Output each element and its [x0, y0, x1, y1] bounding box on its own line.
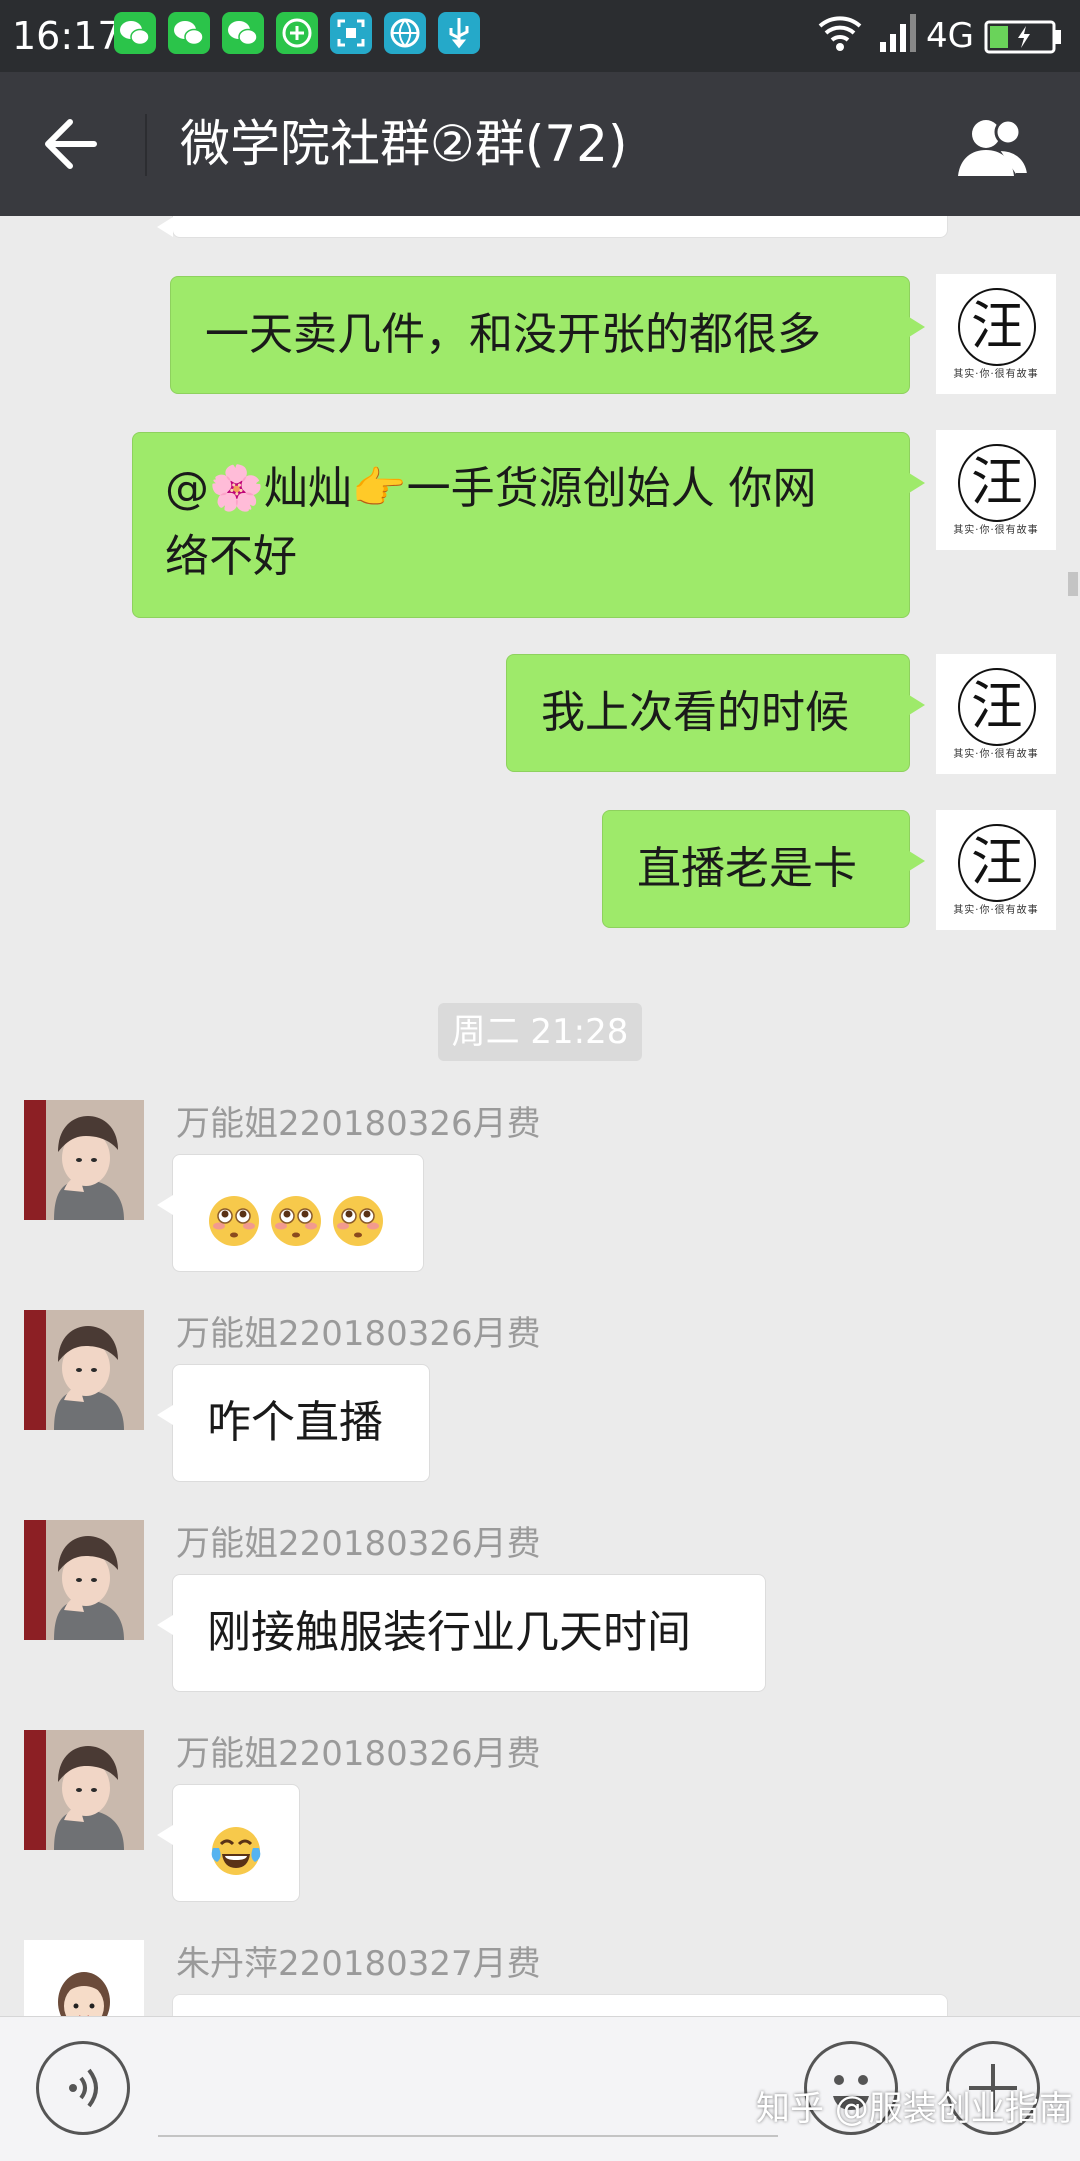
avatar[interactable] [24, 1100, 144, 1220]
message-text-line: 络不好 [165, 531, 297, 582]
message-bubble[interactable]: @🌸灿灿👉一手货源创始人 你网 络不好 [132, 432, 925, 618]
avatar[interactable] [24, 1310, 144, 1430]
voice-icon [69, 2068, 98, 2108]
message-text: 我上次看的时候 [541, 687, 849, 738]
status-bar: 16:17 4G [0, 0, 1080, 72]
cartoon-girl-image [24, 1940, 144, 2016]
portrait-image [24, 1520, 144, 1640]
message-bubble[interactable] [157, 1784, 300, 1902]
avatar-glyph: 汪 [958, 444, 1036, 522]
arrow-left-icon [45, 119, 97, 169]
sender-name: 万能姐220180326月费 [176, 1524, 541, 1564]
back-button[interactable] [30, 106, 114, 182]
avatar[interactable] [24, 1520, 144, 1640]
avatar-glyph: 汪 [958, 668, 1036, 746]
wifi-icon [818, 16, 862, 51]
message-bubble[interactable]: 刚接触服装行业几天时间 [157, 1574, 766, 1692]
message-bubble[interactable] [172, 1994, 948, 2016]
wechat-icon [222, 12, 264, 54]
flushed-face-emoji-icon [271, 1196, 321, 1246]
sender-name: 朱丹萍220180327月费 [176, 1944, 541, 1984]
message-text: 直播老是卡 [637, 843, 857, 894]
chat-header: 微学院社群②群(72) [0, 72, 1080, 216]
avatar-tagline: 其实·你·很有故事 [953, 369, 1039, 380]
message-text: 咋个直播 [207, 1397, 383, 1448]
watermark-text: 知乎 @服装创业指南 [756, 2089, 1073, 2129]
message-text: 刚接触服装行业几天时间 [207, 1607, 691, 1658]
tears-of-joy-emoji-icon [211, 1827, 261, 1875]
message-text: 一天卖几件，和没开张的都很多 [205, 309, 821, 360]
portrait-image [24, 1100, 144, 1220]
chat-title: 微学院社群②群(72) [180, 115, 628, 173]
sender-name: 万能姐220180326月费 [176, 1314, 541, 1354]
avatar[interactable]: 汪 其实·你·很有故事 [936, 654, 1056, 774]
status-time: 16:17 [12, 14, 122, 58]
message-bubble[interactable] [157, 1154, 424, 1272]
avatar[interactable]: 汪 其实·你·很有故事 [936, 810, 1056, 930]
flushed-face-emoji-icon [209, 1196, 259, 1246]
timestamp-badge: 周二 21:28 [438, 1003, 642, 1061]
input-bar: 知乎 @服装创业指南 [0, 2016, 1080, 2161]
network-type: 4G [926, 16, 974, 56]
header-divider [145, 114, 147, 176]
portrait-image [24, 1730, 144, 1850]
message-bubble[interactable]: 咋个直播 [157, 1364, 430, 1482]
message-text-line: @🌸灿灿👉一手货源创始人 你网 [165, 463, 817, 514]
avatar-glyph: 汪 [958, 288, 1036, 366]
scroll-indicator[interactable] [1068, 572, 1078, 596]
message-bubble[interactable]: 我上次看的时候 [506, 654, 925, 772]
message-input[interactable] [158, 2045, 778, 2137]
message-bubble[interactable]: 一天卖几件，和没开张的都很多 [170, 276, 925, 394]
avatar-tagline: 其实·你·很有故事 [953, 749, 1039, 760]
avatar[interactable] [24, 1730, 144, 1850]
app-plus-icon [276, 12, 318, 54]
scan-icon [330, 12, 372, 54]
members-button[interactable] [950, 112, 1040, 182]
signal-icon [880, 14, 916, 52]
sender-name: 万能姐220180326月费 [176, 1104, 541, 1144]
avatar-tagline: 其实·你·很有故事 [953, 525, 1039, 536]
sender-name: 万能姐220180326月费 [176, 1734, 541, 1774]
battery-icon [984, 20, 1061, 54]
avatar[interactable]: 汪 其实·你·很有故事 [936, 430, 1056, 550]
group-icon [958, 118, 1030, 176]
voice-button[interactable] [36, 2041, 130, 2135]
chat-area[interactable]: 一天卖几件，和没开张的都很多 汪 其实·你·很有故事 @🌸灿灿👉一手货源创始人 … [0, 216, 1080, 2016]
message-bubble-partial[interactable] [157, 216, 948, 238]
avatar[interactable]: 汪 其实·你·很有故事 [936, 274, 1056, 394]
wechat-icon [114, 12, 156, 54]
ball-icon [384, 12, 426, 54]
flushed-face-emoji-icon [333, 1196, 383, 1246]
portrait-image [24, 1310, 144, 1430]
avatar[interactable] [24, 1940, 144, 2016]
wechat-icon [168, 12, 210, 54]
avatar-tagline: 其实·你·很有故事 [953, 905, 1039, 916]
avatar-glyph: 汪 [958, 824, 1036, 902]
usb-icon [438, 12, 480, 54]
message-bubble[interactable]: 直播老是卡 [602, 810, 925, 928]
